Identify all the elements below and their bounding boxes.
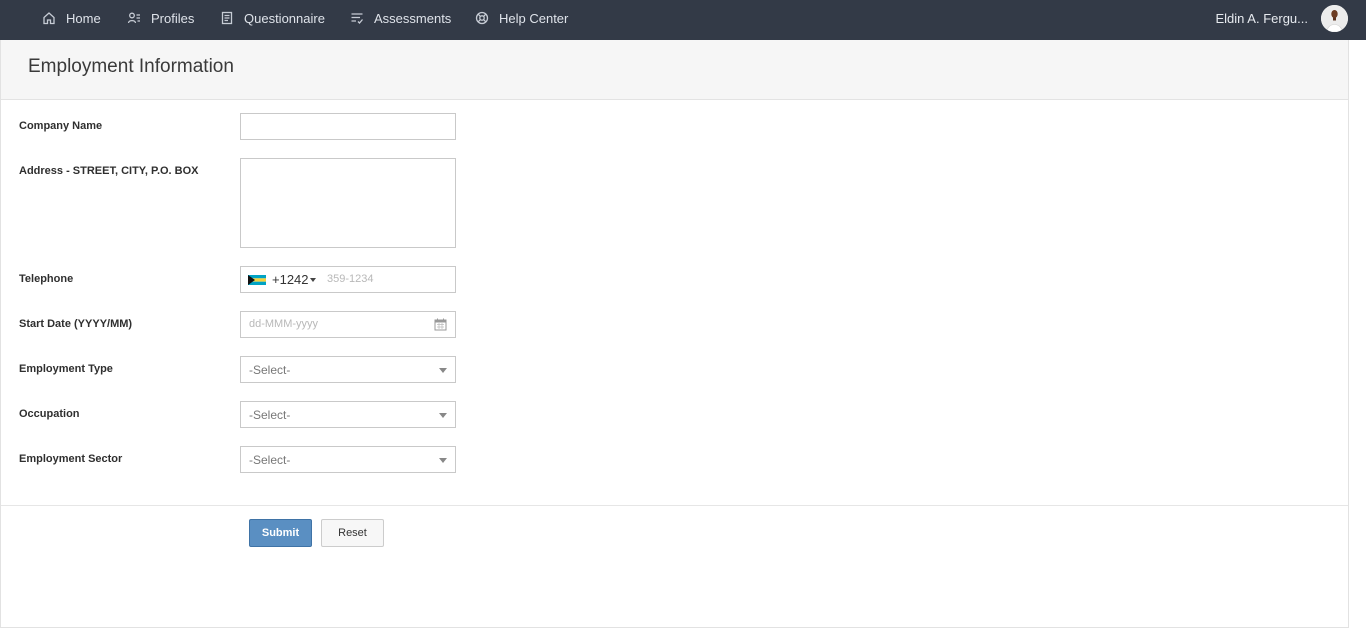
help-center-icon [475,11,489,25]
employment-type-selected: -Select- [249,363,291,377]
nav-item-label: Profiles [151,10,195,26]
form-divider [1,505,1348,506]
top-navigation-bar: Home Profiles Questionnaire Assessments … [0,0,1366,40]
nav-item-label: Home [66,10,101,26]
nav-item-help-center[interactable]: Help Center [475,0,568,36]
address-label: Address - STREET, CITY, P.O. BOX [19,165,199,177]
bahamas-flag-icon [248,275,266,285]
chevron-down-icon [310,278,316,282]
occupation-selected: -Select- [249,408,291,422]
employment-type-select[interactable]: -Select- [240,356,456,383]
telephone-field[interactable]: +1242 359-1234 [240,266,456,293]
page-header: Employment Information [1,40,1348,100]
avatar[interactable] [1321,5,1348,32]
questionnaire-icon [221,11,233,25]
nav-item-profiles[interactable]: Profiles [127,0,194,36]
main-content: Employment Information Company Name Addr… [0,40,1349,628]
page-title: Employment Information [28,56,234,77]
occupation-select[interactable]: -Select- [240,401,456,428]
start-date-label: Start Date (YYYY/MM) [19,318,133,330]
telephone-placeholder: 359-1234 [327,273,374,285]
start-date-placeholder: dd-MMM-yyyy [249,318,319,330]
profiles-icon [127,12,140,24]
dial-code: +1242 [272,272,309,287]
nav-item-home[interactable]: Home [42,0,101,36]
reset-button[interactable]: Reset [321,519,384,547]
telephone-label: Telephone [19,273,74,285]
nav-item-label: Assessments [374,10,452,26]
country-code-selector[interactable]: +1242 [241,267,321,292]
assessments-icon [351,13,363,24]
chevron-down-icon [439,368,447,373]
start-date-input[interactable]: dd-MMM-yyyy [240,311,456,338]
chevron-down-icon [439,458,447,463]
user-avatar-icon [1321,5,1348,32]
user-name[interactable]: Eldin A. Fergu... [1216,0,1309,36]
employment-sector-selected: -Select- [249,453,291,467]
submit-button[interactable]: Submit [249,519,312,547]
occupation-label: Occupation [19,408,80,420]
home-icon [43,12,55,25]
employment-sector-select[interactable]: -Select- [240,446,456,473]
nav-item-label: Questionnaire [244,10,325,26]
calendar-icon[interactable] [434,318,447,331]
chevron-down-icon [439,413,447,418]
company-name-label: Company Name [19,120,103,132]
nav-item-assessments[interactable]: Assessments [350,0,451,36]
nav-item-questionnaire[interactable]: Questionnaire [220,0,325,36]
address-textarea[interactable] [240,158,456,248]
employment-type-label: Employment Type [19,363,113,375]
nav-item-label: Help Center [499,10,569,26]
company-name-input[interactable] [240,113,456,140]
employment-sector-label: Employment Sector [19,453,123,465]
